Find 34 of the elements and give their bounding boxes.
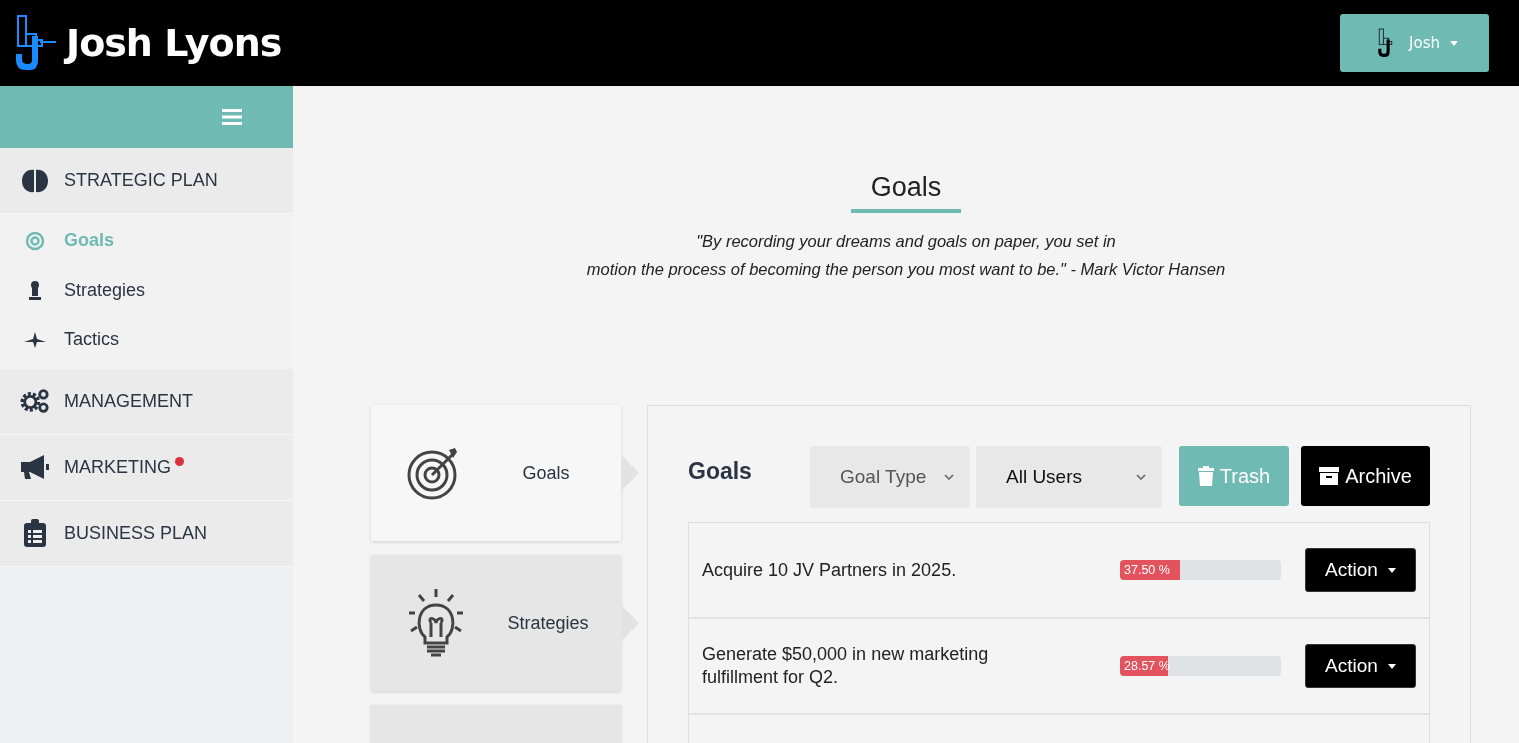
brand-name: Josh Lyons <box>66 21 282 65</box>
quote-line: "By recording your dreams and goals on paper, you set in <box>695 231 1117 252</box>
chevron-down-icon <box>1136 474 1146 480</box>
quote-line: motion the process of becoming the person you most want to be." - Mark Victor Hansen <box>586 259 1226 280</box>
sidebar-section[interactable]: MARKETING <box>0 434 293 501</box>
chevron-down-icon <box>944 474 954 480</box>
logo-icon <box>14 14 58 72</box>
sidebar-section[interactable]: MANAGEMENT <box>0 368 293 435</box>
sidebar-section[interactable]: STRATEGIC PLAN <box>0 148 293 214</box>
trash-icon <box>1197 466 1214 486</box>
sidebar-section[interactable]: BUSINESS PLAN <box>0 500 293 567</box>
goal-text: Acquire 10 JV Partners in 2025. <box>702 558 958 582</box>
notification-dot <box>175 456 184 466</box>
action-button[interactable]: Action <box>1305 548 1416 592</box>
panel-title: Goals <box>688 458 753 485</box>
menu-icon[interactable] <box>221 109 242 125</box>
sidebar-item[interactable]: Strategies <box>0 265 293 315</box>
clipboard-icon <box>23 519 47 547</box>
gears-icon <box>20 388 50 414</box>
pawn-icon <box>28 280 42 301</box>
goal-text: Generate $50,000 in new marketing fulfillment for Q2. <box>702 643 990 689</box>
archive-box-icon <box>1319 467 1340 485</box>
progress-fill: 37.50 % <box>1120 560 1181 580</box>
step-card[interactable]: Goals <box>371 405 621 541</box>
lightbulb-icon <box>407 587 465 659</box>
archive-button[interactable]: Archive <box>1301 446 1430 506</box>
filter-dropdown[interactable]: Goal Type <box>810 446 970 508</box>
action-button[interactable]: Action <box>1305 644 1416 688</box>
sidebar-item[interactable]: Tactics <box>0 315 293 365</box>
page-title: Goals <box>850 172 962 213</box>
step-card[interactable]: Strategies <box>371 555 621 691</box>
target-icon <box>25 230 45 251</box>
filter-dropdown[interactable]: All Users <box>976 446 1162 508</box>
megaphone-icon <box>20 454 50 480</box>
